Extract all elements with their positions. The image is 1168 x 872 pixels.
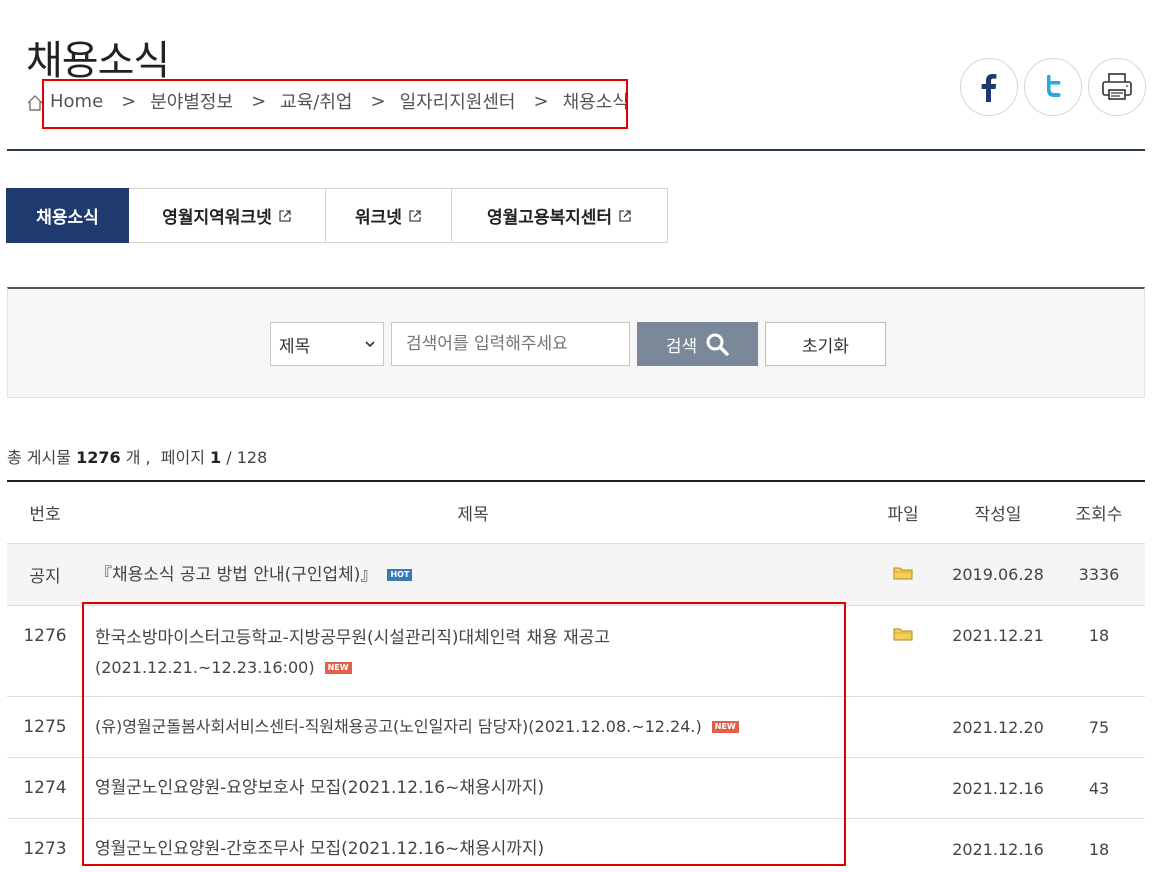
row-date: 2021.12.16 [952, 839, 1044, 859]
external-link-icon [409, 209, 421, 222]
home-icon [27, 95, 43, 111]
tab-bar: 채용소식 영월지역워크넷 워크넷 영월고용복지센터 [6, 188, 668, 243]
tab-label: 영월지역워크넷 [162, 208, 272, 228]
row-date: 2021.12.20 [952, 717, 1044, 737]
row-file-cell [863, 565, 943, 585]
breadcrumb-home[interactable]: Home [50, 91, 103, 112]
row-title-cell: 영월군노인요양원-요양보호사 모집(2021.12.16~채용시까지) [83, 773, 863, 803]
column-header-file: 파일 [887, 505, 919, 525]
tab-label: 영월고용복지센터 [486, 208, 613, 228]
row-number: 1274 [23, 778, 67, 798]
search-field-select[interactable]: 제목 [270, 322, 384, 366]
breadcrumb-job-center[interactable]: 일자리지원센터 [400, 88, 516, 114]
column-header-date: 작성일 [974, 505, 1022, 525]
table-header: 번호 제목 파일 작성일 조회수 [7, 482, 1145, 544]
column-header-number: 번호 [29, 505, 61, 525]
post-title-link[interactable]: (유)영월군돌봄사회서비스센터-직원채용공고(노인일자리 담당자)(2021.1… [95, 717, 702, 736]
facebook-share-button[interactable] [960, 58, 1018, 116]
post-title-link[interactable]: 『채용소식 공고 방법 안내(구인업체)』 [95, 565, 377, 585]
tab-label: 채용소식 [36, 208, 99, 228]
tab-recruitment-news[interactable]: 채용소식 [6, 188, 129, 243]
row-views: 18 [1088, 626, 1110, 645]
row-number: 1275 [23, 717, 67, 737]
reset-button[interactable]: 초기화 [765, 322, 886, 366]
breadcrumb-recruitment-news[interactable]: 채용소식 [563, 88, 629, 114]
notice-row: 공지 『채용소식 공고 방법 안내(구인업체)』 HOT 2019.06.28 3… [7, 544, 1145, 606]
search-button-label: 검색 [665, 336, 698, 357]
post-title-link[interactable]: 영월군노인요양원-요양보호사 모집(2021.12.16~채용시까지) [95, 778, 544, 798]
row-date: 2021.12.21 [952, 626, 1044, 645]
facebook-icon [981, 74, 997, 102]
row-title-cell: 영월군노인요양원-간호조무사 모집(2021.12.16~채용시까지) [83, 834, 863, 864]
search-panel: 제목 검색 초기화 [7, 287, 1145, 398]
table-row: 1275 (유)영월군돌봄사회서비스센터-직원채용공고(노인일자리 담당자)(2… [7, 697, 1145, 758]
breadcrumb-field-info[interactable]: 분야별정보 [150, 88, 233, 114]
post-title-link[interactable]: 영월군노인요양원-간호조무사 모집(2021.12.16~채용시까지) [95, 839, 544, 859]
new-badge: NEW [711, 721, 739, 733]
chevron-down-icon [365, 341, 375, 348]
column-header-views: 조회수 [1075, 505, 1123, 525]
table-row: 1276 한국소방마이스터고등학교-지방공무원(시설관리직)대체인력 채용 재공… [7, 606, 1145, 697]
row-views: 3336 [1078, 565, 1120, 584]
row-title-cell: 한국소방마이스터고등학교-지방공무원(시설관리직)대체인력 채용 재공고 (20… [83, 623, 863, 683]
search-input[interactable] [391, 322, 630, 366]
twitter-share-button[interactable] [1024, 58, 1082, 116]
tab-label: 워크넷 [355, 208, 402, 228]
row-number: 1273 [23, 839, 67, 859]
count-unit: 개 , [125, 448, 151, 467]
breadcrumb-separator: > [533, 90, 549, 112]
row-number: 공지 [29, 567, 61, 587]
breadcrumb-separator: > [251, 90, 267, 112]
column-header-title: 제목 [457, 505, 489, 525]
page-label: 페이지 [160, 448, 205, 467]
external-link-icon [279, 209, 291, 222]
post-count-summary: 총 게시물 1276 개 , 페이지 1 / 128 [7, 444, 267, 468]
external-link-icon [619, 209, 631, 222]
row-file-cell [863, 626, 943, 646]
total-posts: 1276 [76, 448, 121, 467]
row-number: 1276 [23, 626, 67, 646]
row-date: 2021.12.16 [952, 778, 1044, 798]
breadcrumb-education-employment[interactable]: 교육/취업 [280, 88, 352, 114]
search-field-value: 제목 [279, 336, 311, 357]
row-views: 43 [1088, 778, 1110, 798]
folder-icon[interactable] [893, 566, 913, 580]
tab-yeongwol-employment-welfare-center[interactable]: 영월고용복지센터 [452, 188, 668, 243]
table-row: 1273 영월군노인요양원-간호조무사 모집(2021.12.16~채용시까지)… [7, 819, 1145, 872]
print-icon [1102, 73, 1132, 100]
table-row: 1274 영월군노인요양원-요양보호사 모집(2021.12.16~채용시까지)… [7, 758, 1145, 819]
search-button[interactable]: 검색 [637, 322, 758, 366]
row-title-cell: (유)영월군돌봄사회서비스센터-직원채용공고(노인일자리 담당자)(2021.1… [83, 712, 863, 742]
count-prefix: 총 게시물 [7, 448, 71, 467]
tab-worknet[interactable]: 워크넷 [326, 188, 452, 243]
row-date: 2019.06.28 [952, 565, 1044, 584]
post-title-link-period[interactable]: (2021.12.21.~12.23.16:00) [95, 658, 315, 677]
search-icon [706, 333, 729, 356]
share-buttons [960, 58, 1146, 116]
breadcrumb-separator: > [370, 90, 386, 112]
hot-badge: HOT [387, 568, 413, 581]
row-views: 18 [1088, 839, 1110, 859]
row-views: 75 [1088, 717, 1110, 737]
post-title-link[interactable]: 한국소방마이스터고등학교-지방공무원(시설관리직)대체인력 채용 재공고 [95, 628, 610, 648]
print-button[interactable] [1088, 58, 1146, 116]
tab-yeongwol-worknet[interactable]: 영월지역워크넷 [129, 188, 326, 243]
page-title: 채용소식 [26, 38, 170, 84]
header-divider [7, 149, 1145, 151]
breadcrumb: Home > 분야별정보 > 교육/취업 > 일자리지원센터 > 채용소식 [26, 88, 629, 114]
row-title-cell: 『채용소식 공고 방법 안내(구인업체)』 HOT [83, 560, 863, 590]
folder-icon[interactable] [893, 627, 913, 641]
twitter-icon [1047, 74, 1061, 97]
breadcrumb-separator: > [121, 90, 137, 112]
total-pages: / 128 [226, 448, 268, 467]
post-table: 번호 제목 파일 작성일 조회수 공지 『채용소식 공고 방법 안내(구인업체)… [7, 480, 1145, 872]
new-badge: NEW [324, 662, 352, 674]
current-page: 1 [210, 448, 222, 467]
